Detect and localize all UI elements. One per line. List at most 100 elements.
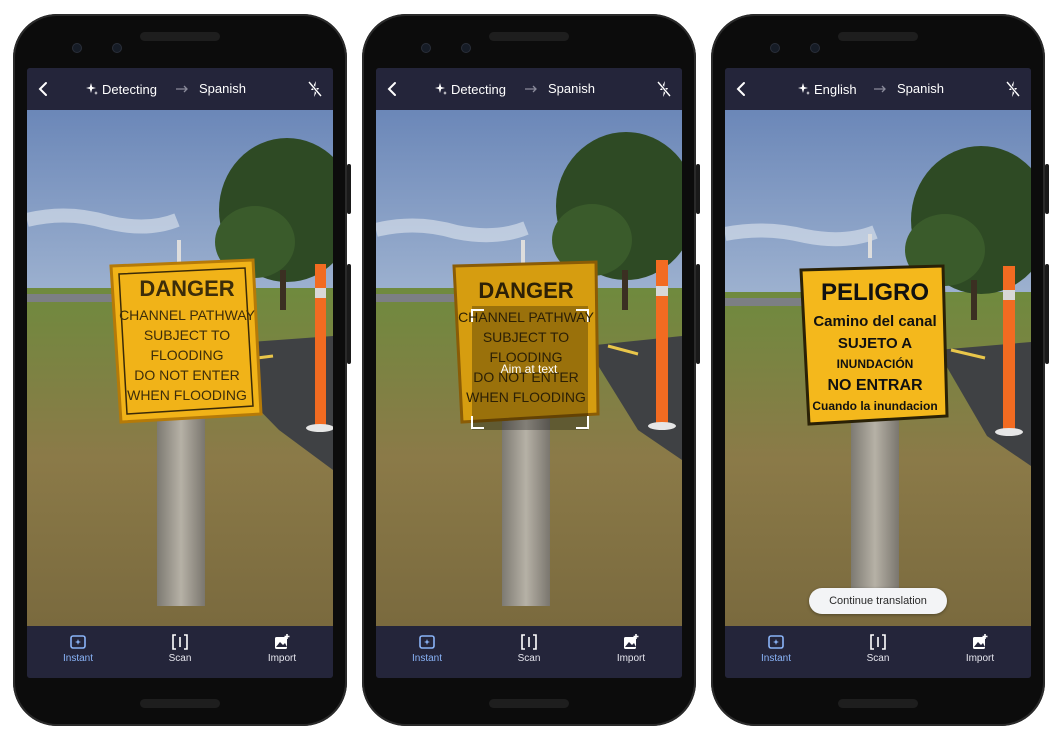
back-arrow-icon[interactable]	[733, 80, 751, 98]
sign-line-1: DANGER	[139, 276, 234, 301]
top-bar: Detecting Spanish	[27, 68, 333, 110]
instant-camera-icon	[768, 635, 784, 649]
sparkle-icon	[435, 83, 447, 95]
volume-button	[347, 264, 351, 364]
camera-scene: PELIGRO Camino del canal SUJETO A INUNDA…	[725, 110, 1031, 626]
camera-lens	[771, 44, 779, 52]
bottom-bar: Instant Scan Import	[725, 626, 1031, 678]
sign-line-3: SUBJECT TO	[483, 329, 569, 345]
earpiece	[838, 32, 918, 41]
flash-off-icon[interactable]	[1005, 80, 1021, 98]
camera-lens	[73, 44, 81, 52]
bottom-speaker	[140, 699, 220, 708]
continue-translation-button[interactable]: Continue translation	[809, 588, 947, 614]
screen: English Spanish PELIGRO Camino del canal…	[725, 68, 1031, 678]
import-image-icon	[624, 634, 639, 649]
camera-sensor	[811, 44, 819, 52]
source-language-selector[interactable]: Detecting	[85, 68, 157, 110]
scan-icon	[172, 634, 188, 650]
phone-2: Detecting Spanish DANGER CHANNEL PATHWAY…	[362, 14, 700, 726]
translated-line-6: Cuando la inundacion	[812, 399, 937, 413]
power-button	[347, 164, 351, 214]
source-language-label: Detecting	[451, 81, 506, 97]
camera-sensor	[462, 44, 470, 52]
bottom-bar: Instant Scan Import	[27, 626, 333, 678]
sign-line-5: DO NOT ENTER	[134, 367, 240, 383]
tab-instant[interactable]: Instant	[43, 626, 113, 678]
sign-line-2: CHANNEL PATHWAY	[119, 307, 256, 323]
sparkle-icon	[798, 83, 810, 95]
scan-icon	[521, 634, 537, 650]
screen: Detecting Spanish DANGER CHANNEL PATHWAY…	[376, 68, 682, 678]
tab-instant[interactable]: Instant	[392, 626, 462, 678]
sign-line-4: FLOODING	[150, 347, 223, 363]
translated-line-2: Camino del canal	[813, 313, 936, 330]
camera-viewfinder[interactable]: PELIGRO Camino del canal SUJETO A INUNDA…	[725, 110, 1031, 626]
tab-import-label: Import	[616, 653, 646, 664]
camera-lens	[422, 44, 430, 52]
screen: Detecting Spanish DANGER CHANNEL PATHWAY…	[27, 68, 333, 678]
volume-button	[1045, 264, 1049, 364]
target-language-selector[interactable]: Spanish	[897, 68, 944, 110]
translated-line-5: NO ENTRAR	[827, 377, 923, 394]
sign-line-1: DANGER	[478, 278, 573, 303]
bottom-bar: Instant Scan Import	[376, 626, 682, 678]
tab-import-label: Import	[965, 653, 995, 664]
tab-import[interactable]: Import	[945, 626, 1015, 678]
back-arrow-icon[interactable]	[35, 80, 53, 98]
translated-line-3: SUJETO A	[838, 335, 912, 352]
sign-line-6: WHEN FLOODING	[466, 389, 586, 405]
flash-off-icon[interactable]	[307, 80, 323, 98]
tab-scan-label: Scan	[517, 653, 541, 664]
tab-instant-label: Instant	[411, 653, 443, 664]
import-image-icon	[275, 634, 290, 649]
camera-viewfinder[interactable]: DANGER CHANNEL PATHWAY SUBJECT TO FLOODI…	[27, 110, 333, 626]
target-language-selector[interactable]: Spanish	[548, 68, 595, 110]
sign-line-3: SUBJECT TO	[144, 327, 230, 343]
camera-sensor	[113, 44, 121, 52]
tab-scan[interactable]: Scan	[843, 626, 913, 678]
tab-instant-label: Instant	[62, 653, 94, 664]
tab-scan-label: Scan	[866, 653, 890, 664]
instant-camera-icon	[70, 635, 86, 649]
import-image-icon	[973, 634, 988, 649]
back-arrow-icon[interactable]	[384, 80, 402, 98]
tab-import[interactable]: Import	[247, 626, 317, 678]
source-language-label: English	[814, 81, 857, 97]
arrow-right-icon	[176, 85, 188, 93]
tab-import-label: Import	[267, 653, 297, 664]
tab-scan-label: Scan	[168, 653, 192, 664]
translated-line-1: PELIGRO	[821, 279, 929, 306]
translated-line-4: INUNDACIÓN	[837, 356, 914, 371]
top-bar: Detecting Spanish	[376, 68, 682, 110]
power-button	[696, 164, 700, 214]
camera-scene: DANGER CHANNEL PATHWAY SUBJECT TO FLOODI…	[27, 110, 333, 626]
target-language-selector[interactable]: Spanish	[199, 68, 246, 110]
source-language-label: Detecting	[102, 81, 157, 97]
instant-camera-icon	[419, 635, 435, 649]
sparkle-icon	[86, 83, 98, 95]
arrow-right-icon	[874, 85, 886, 93]
sign-line-6: WHEN FLOODING	[127, 387, 247, 403]
earpiece	[489, 32, 569, 41]
bottom-speaker	[838, 699, 918, 708]
top-bar: English Spanish	[725, 68, 1031, 110]
tab-import[interactable]: Import	[596, 626, 666, 678]
source-language-selector[interactable]: English	[797, 68, 857, 110]
source-language-selector[interactable]: Detecting	[434, 68, 506, 110]
tab-scan[interactable]: Scan	[145, 626, 215, 678]
camera-viewfinder[interactable]: DANGER CHANNEL PATHWAY SUBJECT TO FLOODI…	[376, 110, 682, 626]
sign-line-2: CHANNEL PATHWAY	[458, 309, 595, 325]
tab-scan[interactable]: Scan	[494, 626, 564, 678]
aim-at-text-hint: Aim at text	[500, 362, 558, 376]
scan-icon	[870, 634, 886, 650]
phone-1: Detecting Spanish DANGER CHANNEL PATHWAY…	[13, 14, 351, 726]
tab-instant-label: Instant	[760, 653, 792, 664]
phone-3: English Spanish PELIGRO Camino del canal…	[711, 14, 1049, 726]
volume-button	[696, 264, 700, 364]
bottom-speaker	[489, 699, 569, 708]
tab-instant[interactable]: Instant	[741, 626, 811, 678]
flash-off-icon[interactable]	[656, 80, 672, 98]
arrow-right-icon	[525, 85, 537, 93]
power-button	[1045, 164, 1049, 214]
